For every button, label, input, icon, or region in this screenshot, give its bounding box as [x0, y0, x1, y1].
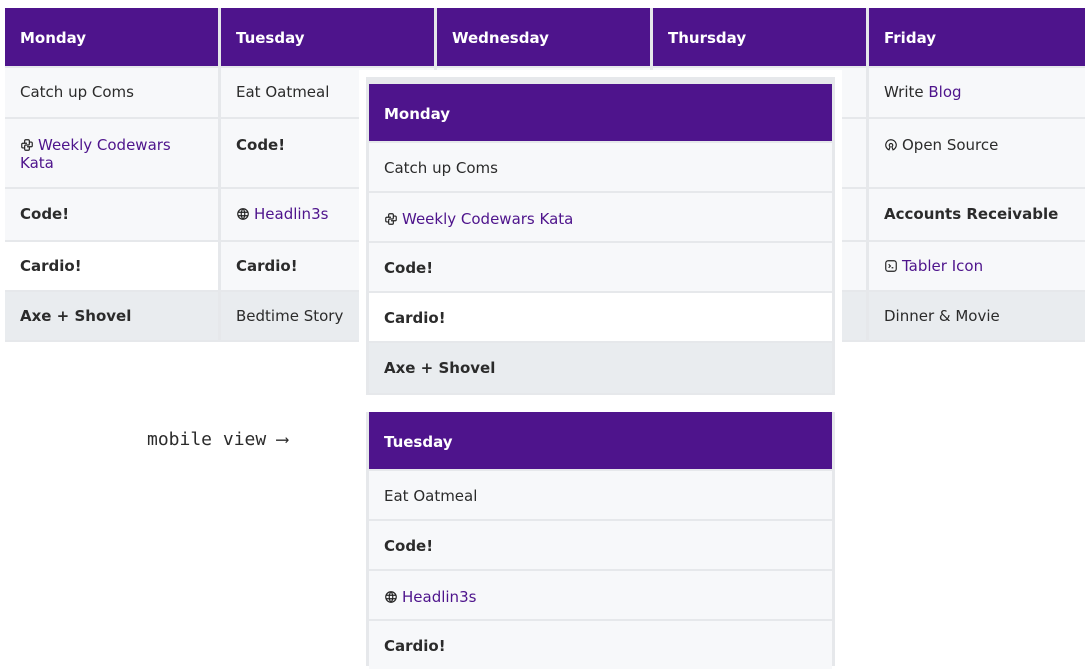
list-item: Axe + Shovel [369, 343, 832, 393]
list-item: Catch up Coms [369, 143, 832, 191]
mobile-view-label: mobile view ⟶ [147, 429, 288, 450]
mobile-day-header-monday: Monday [369, 84, 832, 141]
globe-icon [236, 207, 250, 221]
table-cell: Open Source [869, 119, 1085, 187]
list-item: Eat Oatmeal [369, 471, 832, 519]
headlin3s-link[interactable]: Headlin3s [254, 205, 328, 223]
tabler-icon-link[interactable]: Tabler Icon [902, 257, 983, 275]
open-source-label: Open Source [902, 136, 999, 154]
python-icon [20, 138, 34, 152]
table-cell: Write Blog [869, 68, 1085, 117]
friday-column: Friday Write Blog Open Source Accounts R… [869, 8, 1085, 340]
table-cell: Tabler Icon [869, 242, 1085, 290]
headlin3s-link[interactable]: Headlin3s [402, 588, 476, 606]
blog-link[interactable]: Blog [928, 83, 961, 101]
write-text: Write [884, 83, 924, 101]
table-cell: Cardio! [5, 242, 218, 290]
terminal-icon [884, 259, 898, 273]
list-item: Headlin3s [369, 571, 832, 619]
mobile-tuesday-card: Tuesday Eat Oatmeal Code! Headlin3s Card… [366, 412, 835, 669]
day-header-wednesday: Wednesday [437, 8, 650, 66]
mobile-day-header-tuesday: Tuesday [369, 412, 832, 469]
list-item: Cardio! [369, 293, 832, 341]
globe-icon [384, 590, 398, 604]
day-header-thursday: Thursday [653, 8, 866, 66]
table-cell: Catch up Coms [5, 68, 218, 117]
weekly-codewars-kata-link[interactable]: Weekly Codewars Kata [402, 210, 573, 228]
table-cell: Code! [5, 189, 218, 240]
weekly-codewars-kata-link[interactable]: Weekly Codewars Kata [20, 136, 171, 172]
list-item: Code! [369, 521, 832, 569]
monday-column: Monday Catch up Coms Weekly Codewars Kat… [5, 8, 218, 340]
day-header-friday: Friday [869, 8, 1085, 66]
table-cell: Dinner & Movie [869, 292, 1085, 340]
mobile-monday-card: Monday Catch up Coms Weekly Codewars Kat… [366, 77, 835, 395]
python-icon [384, 212, 398, 226]
table-cell: Weekly Codewars Kata [5, 119, 218, 187]
day-header-monday: Monday [5, 8, 218, 66]
list-item: Cardio! [369, 621, 832, 669]
table-cell: Axe + Shovel [5, 292, 218, 340]
table-cell: Accounts Receivable [869, 189, 1085, 240]
open-source-icon [884, 138, 898, 152]
day-header-tuesday: Tuesday [221, 8, 434, 66]
list-item: Weekly Codewars Kata [369, 193, 832, 241]
list-item: Code! [369, 243, 832, 291]
